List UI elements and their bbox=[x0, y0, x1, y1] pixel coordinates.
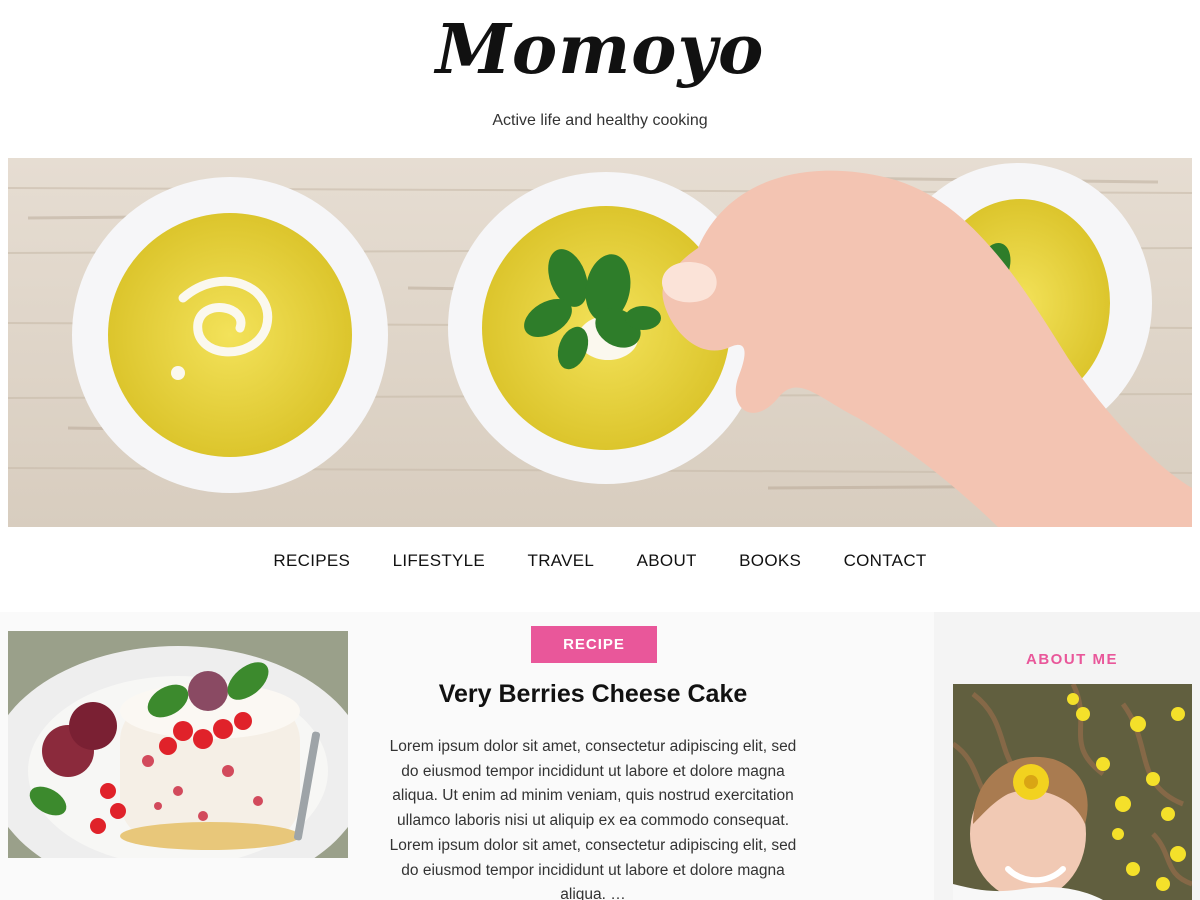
nav-item-contact[interactable]: CONTACT bbox=[844, 546, 927, 576]
nav-item-recipes[interactable]: RECIPES bbox=[273, 546, 350, 576]
about-me-photo bbox=[953, 684, 1192, 900]
nav-item-about[interactable]: ABOUT bbox=[637, 546, 697, 576]
nav-item-travel[interactable]: TRAVEL bbox=[528, 546, 595, 576]
site-header: Momoyo Active life and healthy cooking bbox=[0, 0, 1200, 158]
post-excerpt: Lorem ipsum dolor sit amet, consectetur … bbox=[389, 738, 797, 900]
site-logo-title[interactable]: Momoyo bbox=[0, 2, 1200, 98]
site-tagline: Active life and healthy cooking bbox=[492, 112, 708, 129]
post-thumbnail-cheesecake[interactable] bbox=[8, 631, 348, 858]
post-title[interactable]: Very Berries Cheese Cake bbox=[360, 676, 826, 712]
nav-item-books[interactable]: BOOKS bbox=[739, 546, 801, 576]
post-category-badge[interactable]: RECIPE bbox=[531, 626, 657, 663]
nav-item-lifestyle[interactable]: LIFESTYLE bbox=[393, 546, 485, 576]
hero-image-soup-bowls bbox=[8, 158, 1192, 527]
main-navigation: RECIPES LIFESTYLE TRAVEL ABOUT BOOKS CON… bbox=[0, 546, 1200, 576]
about-me-heading: ABOUT ME bbox=[1026, 651, 1118, 668]
